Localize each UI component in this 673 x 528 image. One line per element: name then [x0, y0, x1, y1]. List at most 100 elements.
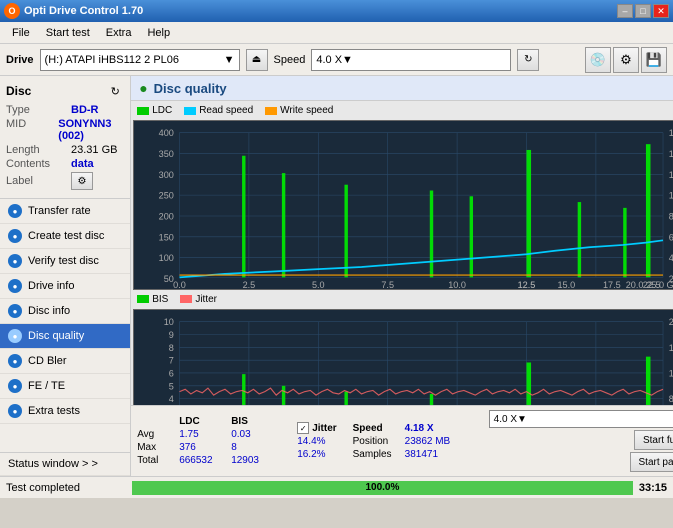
sidebar-item-status-window[interactable]: Status window > >: [0, 453, 130, 476]
quality-header: ● Disc quality: [131, 76, 673, 101]
verify-test-disc-label: Verify test disc: [28, 255, 99, 267]
charts-area: LDC Read speed Write speed: [131, 101, 673, 405]
svg-text:20.0: 20.0: [626, 280, 644, 289]
svg-text:0.0: 0.0: [173, 280, 186, 289]
stats-row: LDC BIS Avg 1.75 0.03 Max 376 8 Total 66…: [137, 410, 673, 472]
legend-jitter: Jitter: [180, 294, 217, 305]
samples-header: Samples: [353, 449, 403, 460]
right-panel: ● Disc quality LDC Read speed Write spee…: [131, 76, 673, 476]
sidebar-item-extra-tests[interactable]: ● Extra tests: [0, 399, 130, 424]
sidebar-item-cd-bler[interactable]: ● CD Bler: [0, 349, 130, 374]
verify-test-disc-icon: ●: [8, 254, 22, 268]
jitter-checkbox[interactable]: ✓: [297, 422, 309, 434]
contents-label: Contents: [6, 158, 71, 170]
legend-ldc: LDC: [137, 105, 172, 116]
svg-text:2.5: 2.5: [243, 280, 256, 289]
maximize-button[interactable]: □: [635, 4, 651, 18]
disc-icon-btn[interactable]: 💿: [585, 47, 611, 73]
legend-write-speed: Write speed: [265, 105, 333, 116]
sidebar-item-drive-info[interactable]: ● Drive info: [0, 274, 130, 299]
create-test-disc-label: Create test disc: [28, 230, 104, 242]
eject-button[interactable]: ⏏: [246, 49, 268, 71]
svg-text:400: 400: [159, 128, 174, 138]
read-speed-label: Read speed: [199, 105, 253, 116]
ldc-label: LDC: [152, 105, 172, 116]
svg-text:150: 150: [159, 232, 174, 242]
extra-tests-icon: ●: [8, 404, 22, 418]
close-button[interactable]: ✕: [653, 4, 669, 18]
svg-text:16%: 16%: [669, 343, 673, 353]
max-label: Max: [137, 442, 177, 453]
legend-read-speed: Read speed: [184, 105, 253, 116]
ldc-header: LDC: [179, 416, 229, 427]
app-title: Opti Drive Control 1.70: [24, 5, 143, 17]
disc-refresh-icon[interactable]: ↻: [106, 82, 124, 100]
svg-text:4 X: 4 X: [669, 253, 673, 263]
svg-text:16 X: 16 X: [669, 128, 673, 138]
bottom-bar: Test completed 100.0% 33:15: [0, 476, 673, 498]
legend-bis: BIS: [137, 294, 168, 305]
svg-text:7.5: 7.5: [382, 280, 395, 289]
progress-label: 100.0%: [132, 481, 633, 495]
speed-label: Speed: [274, 54, 306, 66]
sidebar-item-verify-test-disc[interactable]: ● Verify test disc: [0, 249, 130, 274]
disc-quality-label: Disc quality: [28, 330, 84, 342]
label-icon-button[interactable]: ⚙: [71, 172, 93, 190]
svg-text:17.5: 17.5: [603, 280, 621, 289]
disc-title: Disc: [6, 84, 31, 98]
transfer-rate-label: Transfer rate: [28, 205, 91, 217]
samples-value: 381471: [405, 449, 475, 460]
position-header: Position: [353, 436, 403, 447]
speed-value: 4.18 X: [405, 423, 475, 434]
svg-text:6: 6: [169, 368, 174, 378]
menu-extra[interactable]: Extra: [98, 25, 140, 41]
jitter-header: Jitter: [312, 423, 336, 434]
svg-text:4: 4: [169, 394, 174, 404]
drive-select[interactable]: (H:) ATAPI iHBS112 2 PL06 ▼: [40, 49, 240, 71]
position-value: 23862 MB: [405, 436, 475, 447]
svg-text:10: 10: [164, 317, 174, 327]
create-test-disc-icon: ●: [8, 229, 22, 243]
settings-icon-btn[interactable]: ⚙: [613, 47, 639, 73]
length-label: Length: [6, 144, 71, 156]
sidebar-item-transfer-rate[interactable]: ● Transfer rate: [0, 199, 130, 224]
speed-select[interactable]: 4.0 X ▼: [311, 49, 511, 71]
speed-select-stats[interactable]: 4.0 X ▼: [489, 410, 673, 428]
label-label: Label: [6, 175, 71, 187]
ldc-max: 376: [179, 442, 229, 453]
svg-text:12 X: 12 X: [669, 170, 673, 180]
svg-text:200: 200: [159, 211, 174, 221]
sidebar-item-disc-info[interactable]: ● Disc info: [0, 299, 130, 324]
test-completed-label: Test completed: [6, 482, 126, 494]
sidebar-item-fe-te[interactable]: ● FE / TE: [0, 374, 130, 399]
bis-legend-label: BIS: [152, 294, 168, 305]
disc-quality-icon: ●: [8, 329, 22, 343]
type-label: Type: [6, 104, 71, 116]
cd-bler-icon: ●: [8, 354, 22, 368]
total-label: Total: [137, 455, 177, 466]
bottom-chart: 10 9 8 7 6 5 4 3 2 20% 16% 12% 8% 4% 0: [133, 309, 673, 405]
sidebar-item-create-test-disc[interactable]: ● Create test disc: [0, 224, 130, 249]
start-full-button[interactable]: Start full: [634, 430, 673, 450]
save-icon-btn[interactable]: 💾: [641, 47, 667, 73]
toolbar-icons: 💿 ⚙ 💾: [585, 47, 667, 73]
bis-header: BIS: [231, 416, 281, 427]
transfer-rate-icon: ●: [8, 204, 22, 218]
refresh-button[interactable]: ↻: [517, 49, 539, 71]
top-chart: 400 350 300 250 200 150 100 50 16 X 14 X…: [133, 120, 673, 290]
speed-header: Speed: [353, 423, 403, 434]
menu-start-test[interactable]: Start test: [38, 25, 98, 41]
menu-help[interactable]: Help: [139, 25, 178, 41]
time-display: 33:15: [639, 482, 667, 494]
svg-text:8: 8: [169, 343, 174, 353]
fe-te-icon: ●: [8, 379, 22, 393]
ldc-total: 666532: [179, 455, 229, 466]
svg-text:7: 7: [169, 356, 174, 366]
minimize-button[interactable]: –: [617, 4, 633, 18]
sidebar-item-disc-quality[interactable]: ● Disc quality: [0, 324, 130, 349]
menu-file[interactable]: File: [4, 25, 38, 41]
ldc-avg: 1.75: [179, 429, 229, 440]
cd-bler-label: CD Bler: [28, 355, 67, 367]
start-part-button[interactable]: Start part: [630, 452, 673, 472]
speed-select-stats-value: 4.0 X: [494, 414, 517, 425]
